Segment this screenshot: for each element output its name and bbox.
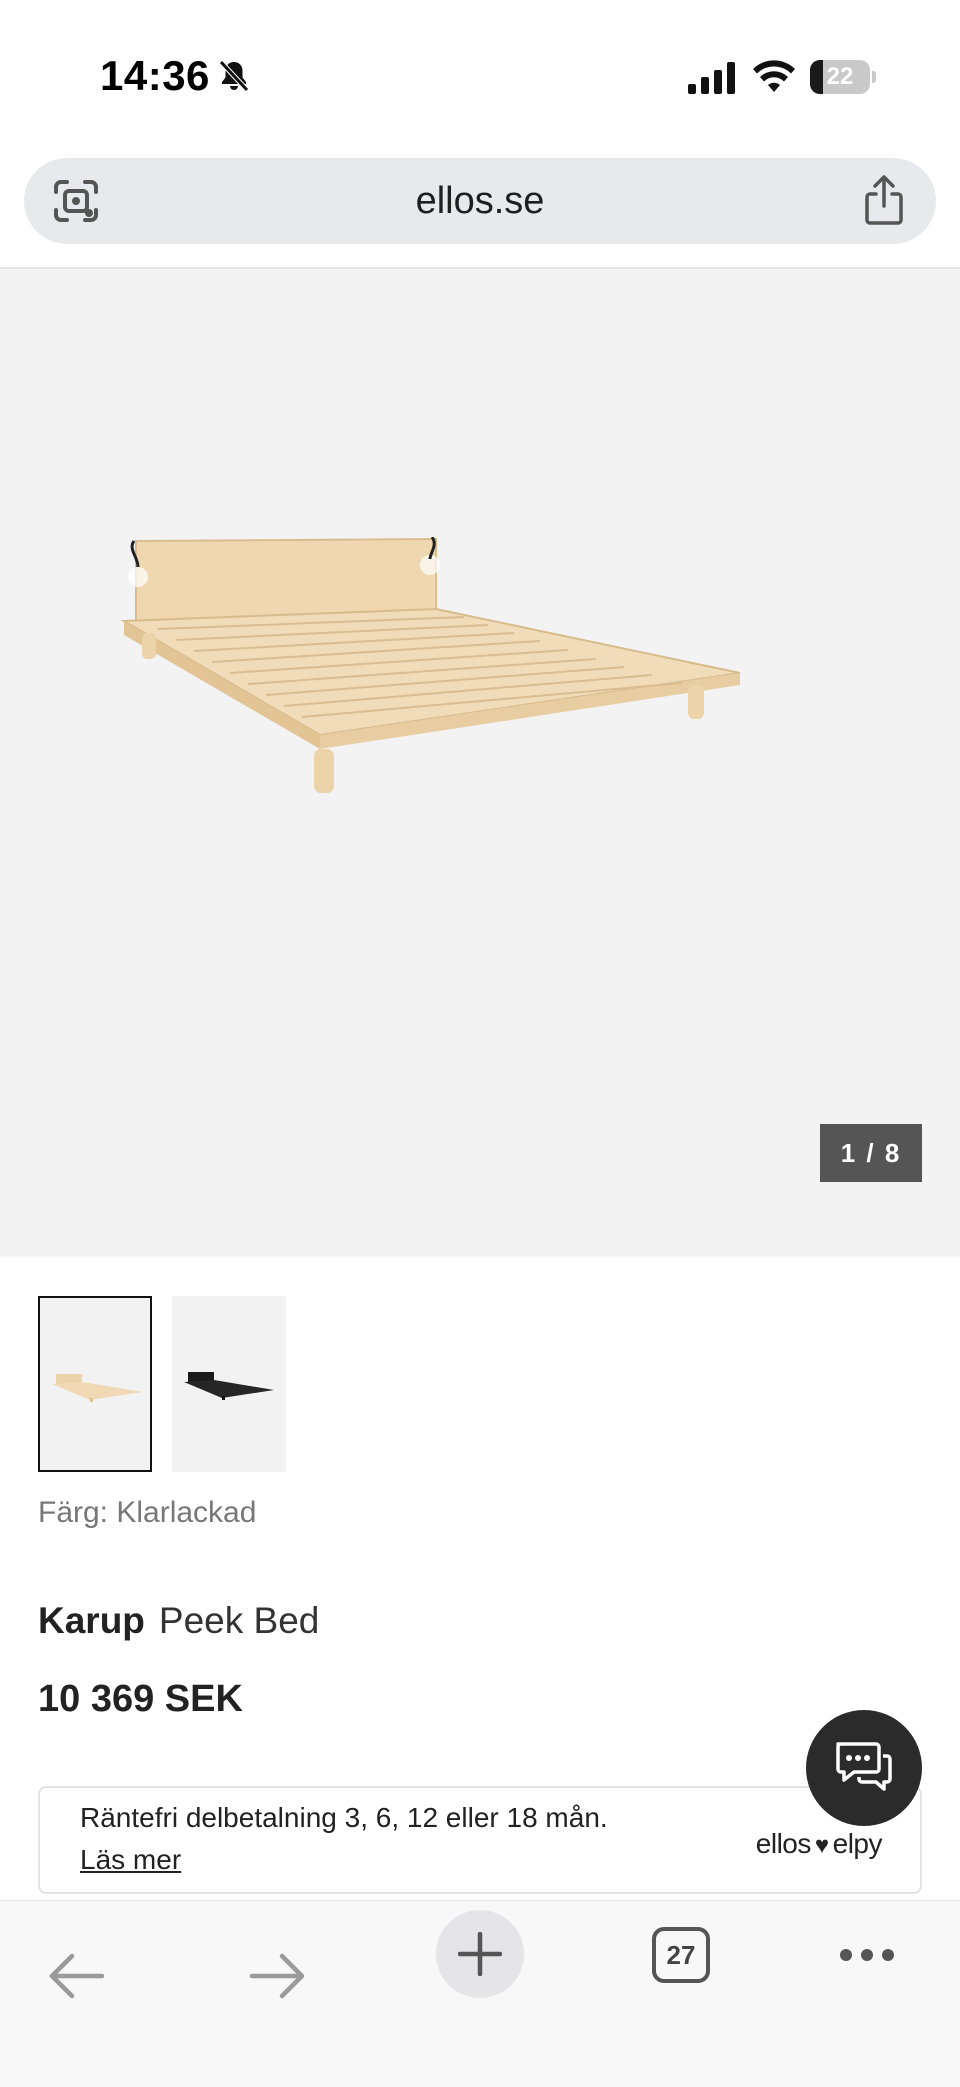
tabs-button[interactable]: 27 (652, 1927, 710, 1983)
bell-slash-icon (219, 60, 249, 92)
heart-icon: ♥ (814, 1832, 829, 1859)
product-image-carousel[interactable]: 1 / 8 (0, 269, 960, 1257)
new-tab-button[interactable] (436, 1910, 524, 1998)
black-bed-thumb-icon (184, 1372, 274, 1400)
chat-button[interactable] (806, 1710, 922, 1826)
product-name: Peek Bed (158, 1600, 320, 1641)
read-more-link[interactable]: Läs mer (80, 1844, 181, 1876)
product-price: 10 369 SEK (38, 1678, 243, 1720)
installment-info-box: Räntefri delbetalning 3, 6, 12 eller 18 … (38, 1786, 922, 1894)
brand-name[interactable]: Karup (38, 1600, 145, 1641)
status-bar: 14:36 22 (0, 0, 960, 140)
status-time: 14:36 (100, 52, 210, 99)
back-arrow-icon[interactable] (46, 1951, 106, 2001)
logo-ellos: ellos (755, 1828, 812, 1859)
url-text[interactable]: ellos.se (24, 158, 936, 244)
product-title: Karup Peek Bed (38, 1600, 319, 1642)
more-icon[interactable] (838, 1947, 896, 1963)
battery-icon: 22 (810, 60, 876, 94)
product-bed-image (120, 537, 741, 793)
wifi-icon (753, 60, 795, 92)
image-counter: 1 / 8 (820, 1124, 922, 1182)
thumbnail-black[interactable] (172, 1296, 286, 1472)
plus-icon (458, 1932, 502, 1976)
installment-text: Räntefri delbetalning 3, 6, 12 eller 18 … (80, 1802, 608, 1833)
thumbnail-natural[interactable] (38, 1296, 152, 1472)
color-label: Färg: Klarlackad (38, 1496, 257, 1529)
forward-arrow-icon[interactable] (248, 1951, 308, 2001)
share-icon[interactable] (862, 174, 906, 226)
address-bar[interactable]: ellos.se (24, 158, 936, 244)
natural-bed-thumb-icon (52, 1374, 142, 1402)
logo-elpy: elpy (832, 1828, 883, 1859)
ellos-elpy-logo: ellos ♥ elpy (755, 1828, 883, 1860)
browser-toolbar: 27 (0, 1900, 960, 2087)
signal-icon (688, 62, 735, 94)
battery-level: 22 (826, 63, 854, 90)
chat-bubble-icon (836, 1742, 892, 1791)
